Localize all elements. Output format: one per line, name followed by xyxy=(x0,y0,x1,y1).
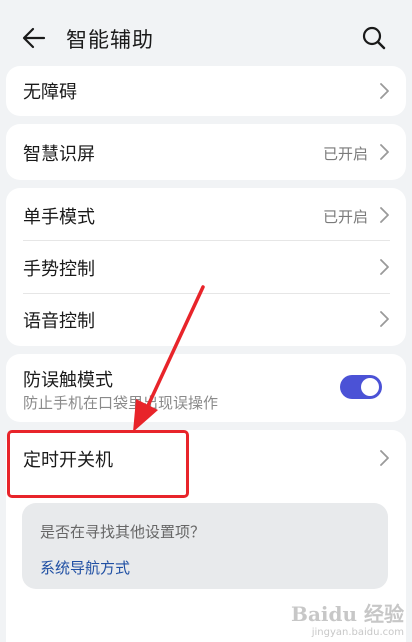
watermark-logo: Baidu 经验 xyxy=(291,602,404,626)
watermark: Baidu 经验 jingyan.baidu.com xyxy=(291,598,404,638)
annotation-arrow-icon xyxy=(133,285,205,432)
watermark-url: jingyan.baidu.com xyxy=(311,627,404,638)
